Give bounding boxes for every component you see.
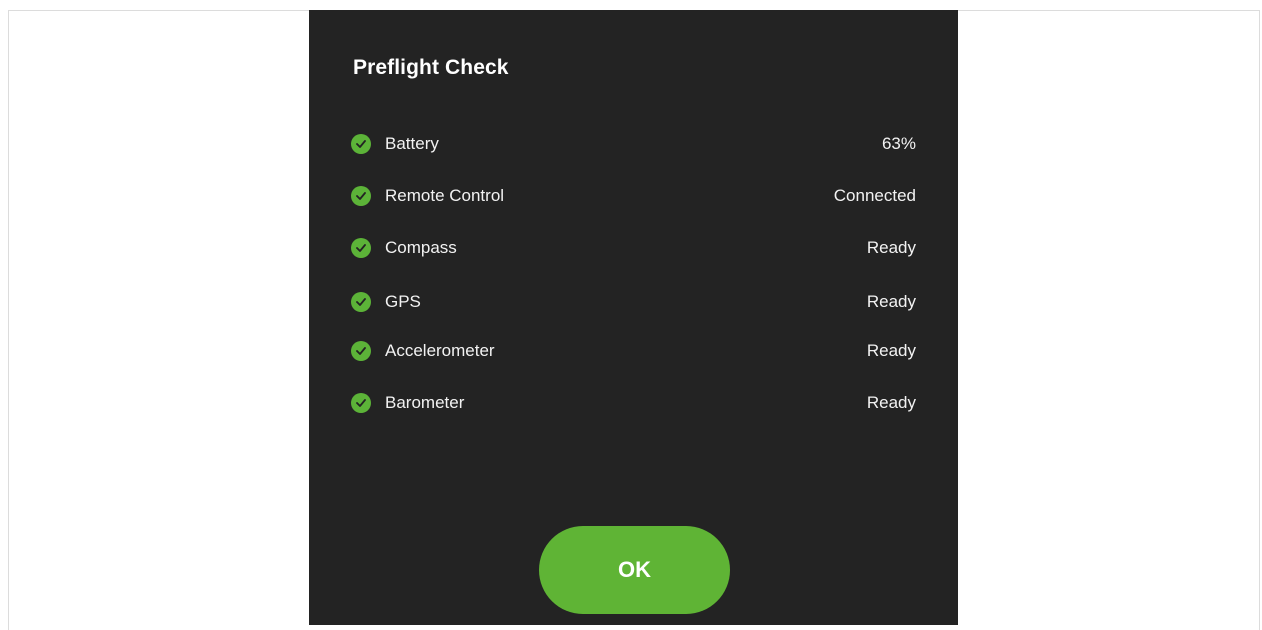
check-item-label: Compass <box>385 238 457 257</box>
check-circle-icon <box>351 393 371 413</box>
ok-button[interactable]: OK <box>539 526 730 614</box>
check-item-label: Accelerometer <box>385 341 495 360</box>
check-circle-icon <box>351 186 371 206</box>
check-circle-icon <box>351 292 371 312</box>
check-item-barometer: Barometer Ready <box>351 391 916 415</box>
check-circle-icon <box>351 341 371 361</box>
check-item-label: Remote Control <box>385 186 505 205</box>
check-item-compass: Compass Ready <box>351 236 916 260</box>
check-item-label: Barometer <box>385 393 465 412</box>
check-item-value: 63% <box>881 134 916 153</box>
check-item-gps: GPS Ready <box>351 290 916 314</box>
check-item-label: GPS <box>385 292 421 311</box>
check-item-battery: Battery 63% <box>351 132 916 156</box>
check-item-accelerometer: Accelerometer Ready <box>351 339 916 363</box>
check-item-value: Ready <box>866 238 916 257</box>
check-item-value: Ready <box>866 341 916 360</box>
check-circle-icon <box>351 134 371 154</box>
check-circle-icon <box>351 238 371 258</box>
check-item-value: Ready <box>866 393 916 412</box>
check-item-value: Connected <box>833 186 916 205</box>
check-item-value: Ready <box>866 292 916 311</box>
check-item-remote-control: Remote Control Connected <box>351 184 916 208</box>
check-item-label: Battery <box>385 134 439 153</box>
dialog-title: Preflight Check <box>353 56 509 79</box>
preflight-check-dialog: Preflight Check Battery 63% Remote Contr… <box>309 10 958 625</box>
